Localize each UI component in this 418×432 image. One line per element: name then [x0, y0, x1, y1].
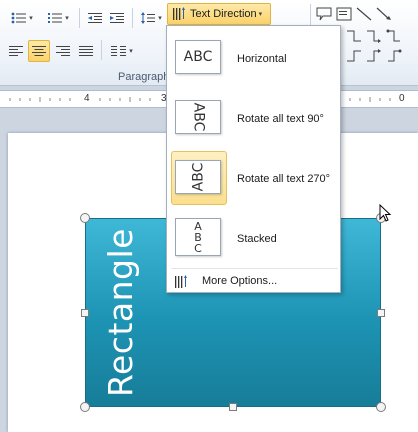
- text-direction-button[interactable]: Text Direction ▾: [167, 3, 271, 25]
- text-direction-icon: [173, 7, 185, 20]
- shape-elbow-icon: [347, 30, 361, 42]
- align-left-button[interactable]: [6, 40, 26, 62]
- shape-elbow-button[interactable]: [345, 28, 363, 44]
- menu-item-rotate-270[interactable]: ABC Rotate all text 270°: [167, 148, 340, 208]
- menu-item-label: Rotate all text 90°: [237, 113, 324, 125]
- more-options-label: More Options...: [202, 275, 278, 287]
- shape-curve-arrow-icon: [367, 49, 381, 62]
- shape-text: Rectangle: [100, 228, 140, 397]
- menu-item-label: Stacked: [237, 233, 277, 245]
- menu-divider: [171, 268, 338, 269]
- decrease-indent-button[interactable]: [85, 7, 105, 29]
- numbering-button[interactable]: ▾: [42, 7, 74, 29]
- ruler-label: 4: [84, 93, 90, 104]
- more-options-item[interactable]: More Options...: [167, 271, 340, 292]
- ruler-label: 0: [399, 93, 405, 104]
- menu-item-label: Rotate all text 270°: [237, 173, 331, 185]
- rotate-90-preview: ABC: [175, 100, 221, 134]
- chevron-down-icon: ▾: [258, 11, 263, 18]
- shape-elbow-arrow-icon: [367, 30, 381, 43]
- resize-handle-bottom-right[interactable]: [376, 402, 386, 412]
- align-center-button[interactable]: [28, 40, 50, 62]
- text-direction-icon: [175, 275, 187, 288]
- line-spacing-icon: [141, 12, 156, 24]
- text-direction-label: Text Direction: [190, 8, 257, 20]
- shape-elbow-arrow-button[interactable]: [365, 28, 383, 44]
- shape-curve-arrow-button[interactable]: [365, 48, 383, 64]
- divider: [79, 8, 80, 28]
- resize-handle-top-left[interactable]: [80, 213, 90, 223]
- resize-handle-right[interactable]: [377, 309, 385, 317]
- columns-icon: [111, 46, 127, 56]
- shape-curve-double-icon: [388, 49, 402, 62]
- horizontal-preview: ABC: [175, 40, 221, 74]
- align-right-icon: [56, 46, 70, 56]
- menu-item-stacked[interactable]: A B C Stacked: [167, 208, 340, 268]
- align-right-button[interactable]: [53, 40, 73, 62]
- shape-curve-icon: [347, 50, 361, 62]
- shape-callout-button[interactable]: [315, 6, 333, 22]
- shape-arrow-icon: [376, 7, 391, 20]
- divider: [101, 40, 102, 60]
- group-label-paragraph: Paragraph: [118, 71, 170, 83]
- shape-line-button[interactable]: [355, 6, 373, 22]
- increase-indent-icon: [110, 13, 124, 23]
- menu-item-horizontal[interactable]: ABC Horizontal: [167, 28, 340, 88]
- line-spacing-button[interactable]: ▾: [137, 7, 165, 29]
- stacked-preview: A B C: [175, 218, 221, 256]
- shape-line-icon: [356, 7, 372, 21]
- shape-textbox-icon: [336, 7, 352, 21]
- divider: [132, 8, 133, 28]
- mouse-cursor-icon: [379, 204, 392, 222]
- justify-button[interactable]: [76, 40, 96, 62]
- shape-curve-double-button[interactable]: [385, 48, 403, 64]
- bullets-icon: [11, 12, 27, 24]
- menu-item-label: Horizontal: [237, 53, 287, 65]
- rotate-270-preview: ABC: [175, 160, 221, 194]
- shape-callout-icon: [316, 7, 332, 21]
- bullets-button[interactable]: ▾: [6, 7, 38, 29]
- shape-textbox-button[interactable]: [335, 6, 353, 22]
- align-left-icon: [9, 46, 23, 56]
- decrease-indent-icon: [88, 13, 102, 23]
- shape-curve-button[interactable]: [345, 48, 363, 64]
- align-center-icon: [32, 46, 46, 56]
- shape-arrow-button[interactable]: [375, 6, 393, 22]
- resize-handle-bottom-left[interactable]: [80, 402, 90, 412]
- resize-handle-left[interactable]: [81, 309, 89, 317]
- resize-handle-bottom[interactable]: [229, 403, 237, 411]
- shape-elbow-double-button[interactable]: [385, 28, 403, 44]
- numbering-icon: [48, 13, 63, 23]
- menu-item-rotate-90[interactable]: ABC Rotate all text 90°: [167, 88, 340, 148]
- shape-elbow-double-icon: [386, 29, 400, 42]
- justify-icon: [79, 46, 93, 56]
- text-direction-menu: ABC Horizontal ABC Rotate all text 90° A…: [166, 25, 341, 293]
- columns-button[interactable]: ▾: [107, 40, 137, 62]
- increase-indent-button[interactable]: [107, 7, 127, 29]
